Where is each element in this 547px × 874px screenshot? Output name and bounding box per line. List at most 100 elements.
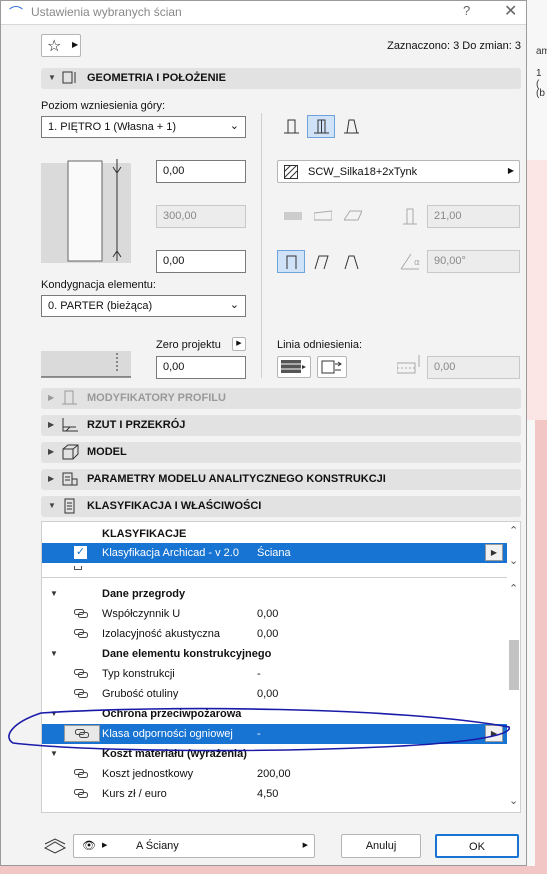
group-name: Koszt materiału (wyrażenia) bbox=[102, 748, 247, 760]
classification-row[interactable]: ✓ Klasyfikacja Archicad - v 2.0 Ściana ▶ bbox=[42, 543, 507, 563]
ok-button[interactable]: OK bbox=[435, 834, 519, 858]
scroll-up-icon[interactable]: ⌃ bbox=[509, 582, 518, 595]
structure-basic-button[interactable] bbox=[277, 205, 305, 228]
row-marker bbox=[42, 724, 62, 744]
divider bbox=[261, 113, 262, 378]
scroll-up-icon[interactable]: ⌃ bbox=[509, 524, 518, 537]
property-value[interactable]: 0,00 bbox=[257, 688, 278, 700]
section-label: KLASYFIKACJA I WŁAŚCIWOŚCI bbox=[87, 500, 262, 512]
help-button[interactable]: ? bbox=[463, 3, 470, 18]
section-profile-modifiers[interactable]: ▶ MODYFIKATORY PROFILU bbox=[41, 388, 521, 409]
thickness-icon bbox=[403, 208, 417, 225]
property-group[interactable]: ▼ Dane elementu konstrukcyjnego bbox=[42, 644, 507, 664]
property-row[interactable]: Izolacyjność akustyczna 0,00 bbox=[42, 624, 507, 644]
collapse-icon: ▼ bbox=[48, 501, 56, 510]
classification-system: Klasyfikacja Archicad - v 2.0 bbox=[102, 547, 239, 559]
collapse-icon: ▼ bbox=[50, 709, 58, 718]
property-row[interactable]: Typ konstrukcji - bbox=[42, 664, 507, 684]
title-bar[interactable]: ⌒ Ustawienia wybranych ścian ? ✕ bbox=[1, 1, 526, 25]
angle-input[interactable]: 90,00° bbox=[427, 250, 520, 273]
wall-profile-button[interactable] bbox=[337, 115, 365, 138]
property-group[interactable]: ▼ Ochrona przeciwpożarowa bbox=[42, 704, 507, 724]
property-group[interactable]: ▼ Koszt materiału (wyrażenia) bbox=[42, 744, 507, 764]
profile-modifiers-icon bbox=[62, 390, 77, 405]
property-value[interactable]: 0,00 bbox=[257, 628, 278, 640]
property-value[interactable]: - bbox=[257, 668, 261, 680]
thickness-input[interactable]: 21,00 bbox=[427, 205, 520, 228]
scroll-down-icon[interactable]: ⌄ bbox=[509, 554, 518, 567]
property-value[interactable]: - bbox=[257, 728, 261, 740]
group-name: Dane elementu konstrukcyjnego bbox=[102, 648, 272, 660]
height-input[interactable]: 300,00 bbox=[156, 205, 246, 228]
property-value[interactable]: 200,00 bbox=[257, 768, 291, 780]
structure-icon bbox=[284, 212, 302, 220]
scroll-down-icon[interactable]: ⌄ bbox=[509, 794, 518, 807]
flip-direction-button[interactable] bbox=[317, 356, 347, 378]
link-toggle-button[interactable] bbox=[64, 725, 100, 742]
structure-composite-button[interactable] bbox=[307, 205, 335, 228]
composite-select[interactable]: SCW_Silka18+2xTynk ▶ bbox=[277, 160, 520, 183]
reference-line-button[interactable] bbox=[277, 356, 311, 378]
flip-icon bbox=[321, 360, 342, 374]
property-value[interactable]: 0,00 bbox=[257, 608, 278, 620]
home-story-select[interactable]: 0. PARTER (bieżąca) ⌄ bbox=[41, 295, 246, 317]
wall-vertical-button[interactable] bbox=[277, 250, 305, 273]
section-analytical-model[interactable]: ▶ PARAMETRY MODELU ANALITYCZNEGO KONSTRU… bbox=[41, 469, 521, 490]
chevron-down-icon: ⌄ bbox=[229, 120, 239, 132]
wall-inclined-button[interactable] bbox=[307, 250, 335, 273]
property-group[interactable]: ▼ Dane przegrody bbox=[42, 584, 507, 604]
wall-trapezoid-icon bbox=[344, 255, 359, 270]
property-label: Grubość otuliny bbox=[102, 688, 179, 700]
section-label: PARAMETRY MODELU ANALITYCZNEGO KONSTRUKC… bbox=[87, 473, 386, 485]
background-strip bbox=[0, 866, 547, 874]
property-row[interactable]: Grubość otuliny 0,00 bbox=[42, 684, 507, 704]
star-icon: ☆ bbox=[47, 38, 62, 55]
wall-inclined-icon bbox=[314, 255, 329, 270]
geometry-icon bbox=[62, 71, 76, 84]
project-zero-input[interactable]: 0,00 bbox=[156, 356, 246, 379]
layer-select[interactable]: 👁 ▶ A Ściany ▶ bbox=[73, 834, 315, 858]
top-level-value: 1. PIĘTRO 1 (Własna + 1) bbox=[48, 121, 177, 133]
top-level-select[interactable]: 1. PIĘTRO 1 (Własna + 1) ⌄ bbox=[41, 116, 246, 138]
wall-trapezoid-button[interactable] bbox=[337, 250, 365, 273]
checkbox-icon[interactable]: ✓ bbox=[74, 546, 87, 559]
svg-text:α: α bbox=[414, 258, 420, 268]
project-zero-menu-button[interactable]: ▶ bbox=[232, 337, 246, 351]
property-row-selected[interactable]: Klasa odporności ogniowej - ▶ bbox=[42, 724, 507, 744]
reference-offset-input[interactable]: 0,00 bbox=[427, 356, 520, 379]
expand-icon: ▶ bbox=[48, 474, 55, 483]
section-geometry[interactable]: ▼ GEOMETRIA I POŁOŻENIE bbox=[41, 68, 521, 89]
arrow-right-icon[interactable]: ▶ bbox=[485, 725, 503, 742]
favorites-button[interactable]: ☆ ▶ bbox=[41, 34, 81, 57]
property-row[interactable]: Kurs zł / euro 4,50 bbox=[42, 784, 507, 804]
property-value[interactable]: 4,50 bbox=[257, 788, 278, 800]
expand-icon: ▶ bbox=[48, 420, 55, 429]
wall-settings-dialog: ⌒ Ustawienia wybranych ścian ? ✕ ☆ ▶ Zaz… bbox=[0, 0, 527, 866]
section-floor-plan[interactable]: ▶ RZUT I PRZEKRÓJ bbox=[41, 415, 521, 436]
properties-scrollbar[interactable]: ⌃ ⌄ bbox=[507, 580, 520, 812]
footer-bar: 👁 ▶ A Ściany ▶ Anuluj OK bbox=[41, 834, 521, 860]
floor-plan-icon bbox=[62, 418, 78, 432]
top-offset-input[interactable]: 0,00 bbox=[156, 160, 246, 183]
property-row[interactable]: Koszt jednostkowy 200,00 bbox=[42, 764, 507, 784]
classification-scrollbar[interactable]: ⌃ ⌄ bbox=[507, 522, 520, 574]
layer-name: A Ściany bbox=[136, 840, 179, 852]
section-classification[interactable]: ▼ KLASYFIKACJA I WŁAŚCIWOŚCI bbox=[41, 496, 521, 517]
archicad-logo-icon: ⌒ bbox=[9, 5, 23, 21]
scrollbar-thumb[interactable] bbox=[509, 640, 519, 690]
close-button[interactable]: ✕ bbox=[504, 1, 517, 21]
structure-profile-button[interactable] bbox=[337, 205, 365, 228]
property-label: Klasa odporności ogniowej bbox=[102, 728, 233, 740]
wall-slanted-button[interactable] bbox=[277, 115, 305, 138]
section-model[interactable]: ▶ MODEL bbox=[41, 442, 521, 463]
background-drawing: am 1 ( (b bbox=[527, 0, 547, 874]
arrow-right-icon: ▶ bbox=[102, 842, 108, 849]
hatch-icon bbox=[284, 165, 298, 179]
property-row[interactable]: Współczynnik U 0,00 bbox=[42, 604, 507, 624]
arrow-right-icon[interactable]: ▶ bbox=[485, 544, 503, 561]
collapse-icon: ▼ bbox=[48, 73, 56, 82]
wall-straight-button[interactable] bbox=[307, 115, 335, 138]
cancel-button[interactable]: Anuluj bbox=[341, 834, 421, 858]
property-label: Kurs zł / euro bbox=[102, 788, 167, 800]
bottom-offset-input[interactable]: 0,00 bbox=[156, 250, 246, 273]
